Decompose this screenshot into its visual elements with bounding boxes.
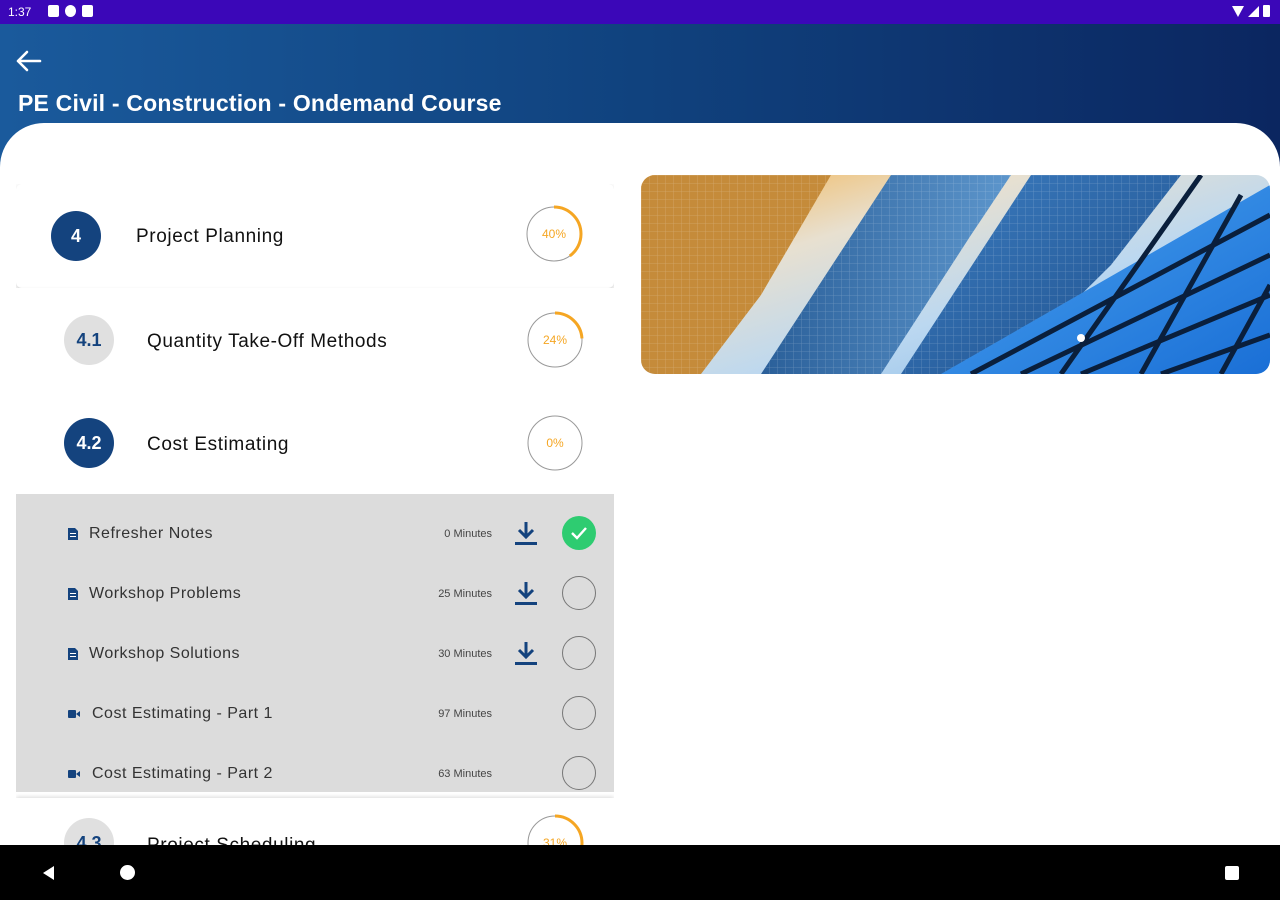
- download-icon: [515, 642, 537, 665]
- arrow-left-icon: [16, 50, 42, 72]
- lesson-items: Refresher Notes 0 Minutes Workshop Probl…: [16, 494, 614, 792]
- notification-icon: [82, 5, 93, 17]
- lesson-title: Cost Estimating - Part 1: [92, 705, 273, 722]
- lesson-title: Workshop Problems: [89, 585, 242, 602]
- subsection-row[interactable]: 4.3 Project Scheduling 31%: [16, 798, 614, 845]
- lesson-duration: 25 Minutes: [438, 588, 492, 600]
- battery-icon: [1263, 5, 1270, 17]
- nav-back-icon[interactable]: [40, 865, 56, 881]
- lesson-duration: 63 Minutes: [438, 768, 492, 780]
- course-outline: 4 Project Planning 40% 4.1 Quantity Take…: [16, 184, 614, 845]
- video-icon: [68, 770, 80, 778]
- progress-ring: 24%: [526, 311, 584, 369]
- notification-icon: [65, 5, 76, 17]
- nav-recents-icon[interactable]: [1225, 866, 1239, 880]
- lesson-item[interactable]: Workshop Problems 25 Minutes: [16, 564, 614, 624]
- nav-home-icon[interactable]: [120, 865, 135, 880]
- progress-ring: 31%: [526, 814, 584, 845]
- module-number: 4: [51, 211, 101, 261]
- lesson-title: Cost Estimating - Part 2: [92, 765, 273, 782]
- completion-checkbox[interactable]: [562, 516, 596, 550]
- lesson-item[interactable]: Refresher Notes 0 Minutes: [16, 504, 614, 564]
- check-icon: [571, 527, 587, 540]
- download-icon: [515, 522, 537, 545]
- page-title: PE Civil - Construction - Ondemand Cours…: [18, 90, 502, 116]
- lesson-item[interactable]: Cost Estimating - Part 2 63 Minutes: [16, 744, 614, 804]
- subsection-row[interactable]: 4.2 Cost Estimating 0%: [16, 391, 614, 494]
- video-icon: [68, 710, 80, 718]
- subsection-title: Cost Estimating: [147, 434, 290, 455]
- lesson-title: Refresher Notes: [89, 525, 213, 542]
- subsection-list: 4.1 Quantity Take-Off Methods 24% 4.2 Co…: [16, 288, 614, 494]
- system-icons: [1232, 5, 1270, 17]
- notification-icon: [48, 5, 59, 17]
- back-button[interactable]: [14, 48, 44, 74]
- progress-ring: 0%: [526, 414, 584, 472]
- download-button[interactable]: [513, 580, 539, 608]
- subsection-title: Quantity Take-Off Methods: [147, 331, 388, 352]
- download-button[interactable]: [513, 640, 539, 668]
- module-row[interactable]: 4 Project Planning 40%: [16, 184, 614, 288]
- progress-ring: 40%: [525, 205, 583, 263]
- lesson-duration: 0 Minutes: [444, 528, 492, 540]
- progress-label: 31%: [542, 836, 568, 845]
- subsection-title: Project Scheduling: [147, 835, 316, 845]
- subsection-number: 4.3: [64, 818, 114, 845]
- lesson-duration: 30 Minutes: [438, 648, 492, 660]
- completion-checkbox[interactable]: [562, 636, 596, 670]
- progress-label: 40%: [541, 227, 567, 241]
- system-nav-bar: [0, 845, 1280, 900]
- course-banner-image: [641, 175, 1270, 374]
- lesson-duration: 97 Minutes: [438, 708, 492, 720]
- status-bar: 1:37: [0, 0, 1280, 24]
- signal-icon: [1248, 5, 1259, 17]
- module-title: Project Planning: [136, 226, 284, 247]
- status-time: 1:37: [8, 5, 32, 19]
- progress-label: 24%: [542, 333, 568, 347]
- wifi-icon: [1232, 5, 1244, 17]
- download-button[interactable]: [513, 520, 539, 548]
- lesson-item[interactable]: Workshop Solutions 30 Minutes: [16, 624, 614, 684]
- completion-checkbox[interactable]: [562, 696, 596, 730]
- progress-label: 0%: [546, 436, 564, 450]
- completion-checkbox[interactable]: [562, 756, 596, 790]
- lesson-title: Workshop Solutions: [89, 645, 240, 662]
- notification-icons: [48, 5, 93, 17]
- document-icon: [68, 648, 78, 660]
- lesson-item[interactable]: Cost Estimating - Part 1 97 Minutes: [16, 684, 614, 744]
- subsection-number: 4.1: [64, 315, 114, 365]
- subsection-row[interactable]: 4.1 Quantity Take-Off Methods 24%: [16, 288, 614, 391]
- download-icon: [515, 582, 537, 605]
- completion-checkbox[interactable]: [562, 576, 596, 610]
- document-icon: [68, 528, 78, 540]
- document-icon: [68, 588, 78, 600]
- subsection-number: 4.2: [64, 418, 114, 468]
